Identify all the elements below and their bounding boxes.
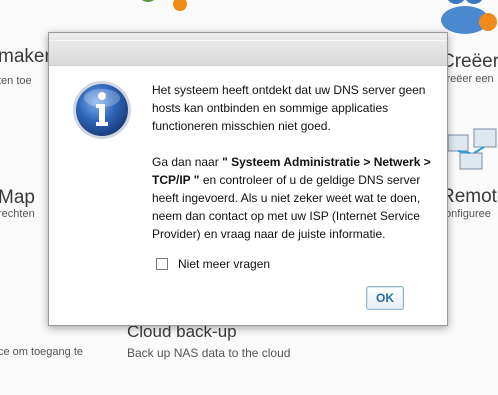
dont-ask-again-row[interactable]: Niet meer vragen — [156, 256, 270, 272]
tile-title[interactable]: Remote — [441, 186, 498, 208]
tile-subtitle-cloud-backup: Back up NAS data to the cloud — [127, 346, 291, 360]
dns-warning-dialog: Het systeem heeft ontdekt dat uw DNS ser… — [48, 32, 448, 326]
tile-title[interactable]: maken — [0, 46, 55, 68]
tile-subtitle: ten toe — [0, 75, 32, 87]
ok-button[interactable]: OK — [366, 286, 404, 310]
tile-subtitle: rechten — [0, 208, 35, 220]
tile-subtitle: creëer een — [441, 73, 494, 85]
message-paragraph-1: Het systeem heeft ontdekt dat uw DNS ser… — [152, 83, 426, 133]
nas-desktop: maken ten toe Map rechten ce om toegang … — [0, 0, 498, 395]
info-icon — [73, 81, 131, 139]
tile-subtitle: ce om toegang te — [0, 346, 84, 358]
dont-ask-again-checkbox[interactable] — [156, 258, 168, 270]
dont-ask-again-label[interactable]: Niet meer vragen — [178, 257, 270, 271]
tile-subtitle: onfiguree — [445, 208, 491, 220]
users-add-icon[interactable] — [128, 0, 192, 12]
tile-title[interactable]: Map — [0, 187, 35, 209]
dialog-message: Het systeem heeft ontdekt dat uw DNS ser… — [152, 81, 442, 261]
remote-computers-icon[interactable] — [446, 123, 498, 175]
message-paragraph-2: Ga dan naar " Systeem Administratie > Ne… — [152, 153, 442, 243]
users-create-icon[interactable] — [436, 0, 498, 36]
dialog-header-divider — [49, 40, 447, 41]
tile-title[interactable]: Creëer — [441, 51, 498, 73]
dialog-header[interactable] — [49, 33, 447, 66]
message-text: Ga dan naar — [152, 155, 223, 169]
